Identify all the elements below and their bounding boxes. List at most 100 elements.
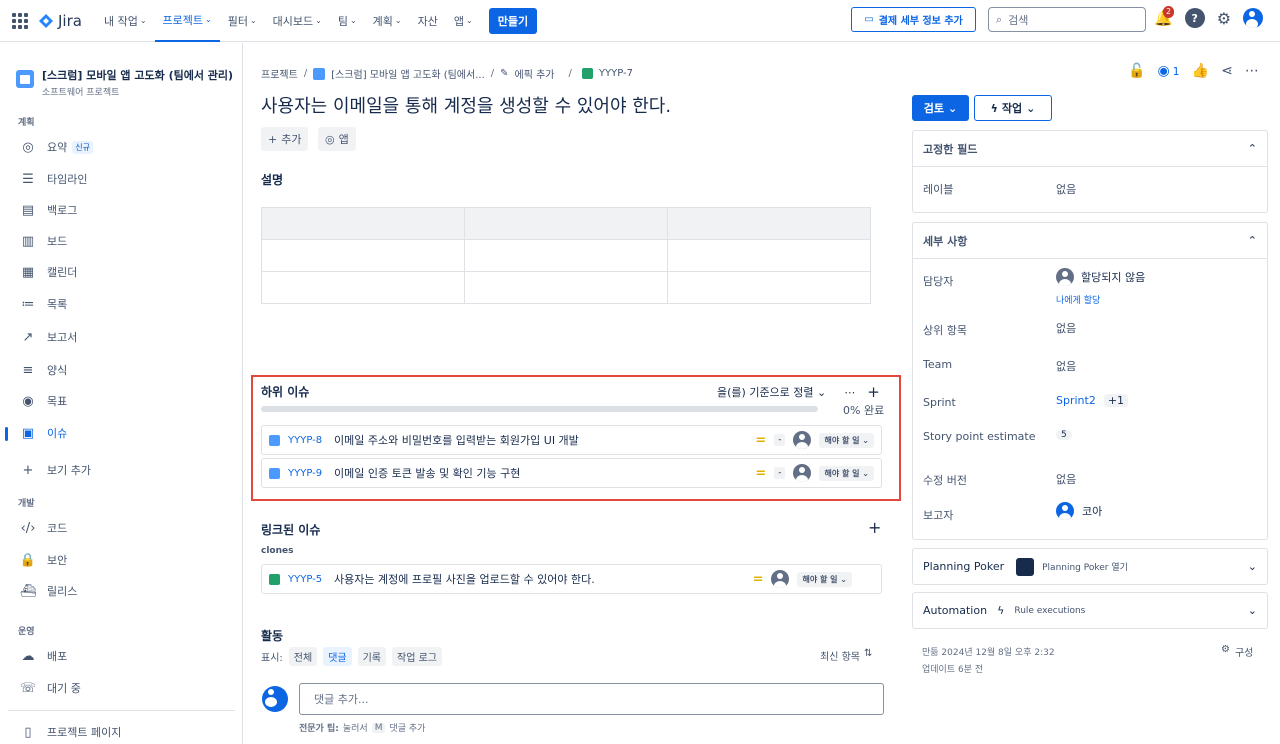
sidebar-item-backlog[interactable]: ▤ 백로그 xyxy=(20,202,78,218)
sidebar-item-forms[interactable]: ≡ 양식 xyxy=(20,362,68,378)
table-cell[interactable] xyxy=(261,207,465,240)
avatar[interactable] xyxy=(771,570,790,588)
share-icon[interactable]: ⋖ xyxy=(1221,63,1233,79)
nav-projects[interactable]: 프로젝트 ⌄ xyxy=(154,0,220,42)
table-cell[interactable] xyxy=(464,207,668,240)
parent-value[interactable]: 없음 xyxy=(1056,320,1076,336)
sprint-more[interactable]: +1 xyxy=(1103,394,1129,407)
description-table[interactable] xyxy=(261,207,871,304)
table-cell[interactable] xyxy=(667,207,871,240)
poker-open-link[interactable]: Planning Poker 열기 xyxy=(1042,560,1128,573)
sidebar-item-board[interactable]: ▥ 보드 xyxy=(20,233,67,249)
planning-poker-card[interactable]: Planning Poker Planning Poker 열기 ⌄ xyxy=(912,548,1268,585)
status-dropdown[interactable]: 해야 할 일 ⌄ xyxy=(819,465,874,481)
sprint-value[interactable]: Sprint2 +1 xyxy=(1056,394,1129,407)
action-button[interactable]: ϟ 작업 ⌄ xyxy=(974,95,1052,121)
thumbs-up-icon[interactable]: 👍 xyxy=(1192,63,1209,79)
table-cell[interactable] xyxy=(464,271,668,304)
avatar[interactable] xyxy=(793,464,812,482)
nav-filters[interactable]: 필터 ⌄ xyxy=(220,0,265,42)
status-button[interactable]: 검토 ⌄ xyxy=(912,95,969,121)
sidebar-item-deployments[interactable]: ☁ 배포 xyxy=(20,648,68,664)
sidebar-item-reports[interactable]: ↗ 보고서 xyxy=(20,329,78,345)
child-issue-row[interactable]: YYYP-9 이메일 인증 토큰 발송 및 확인 기능 구현 = - 해야 할 … xyxy=(261,458,882,488)
labels-value[interactable]: 없음 xyxy=(1056,181,1076,197)
child-issue-row[interactable]: YYYP-8 이메일 주소와 비밀번호를 입력받는 회원가입 UI 개발 = -… xyxy=(261,425,882,455)
fix-version-value[interactable]: 없음 xyxy=(1056,471,1076,487)
issue-summary[interactable]: 이메일 주소와 비밀번호를 입력받는 회원가입 UI 개발 xyxy=(334,432,747,448)
issue-key[interactable]: YYYP-9 xyxy=(288,468,326,479)
nav-plans[interactable]: 계획 ⌄ xyxy=(365,0,410,42)
table-cell[interactable] xyxy=(261,271,465,304)
jira-logo[interactable]: Jira xyxy=(38,12,82,30)
breadcrumb-projects[interactable]: 프로젝트 xyxy=(261,66,298,81)
configure-button[interactable]: ⚙ 구성 xyxy=(1221,644,1253,659)
nav-assets[interactable]: 자산 xyxy=(410,0,446,42)
apps-button[interactable]: ◎ 앱 xyxy=(318,127,356,151)
issue-key[interactable]: YYYP-5 xyxy=(288,574,326,585)
notification-icon[interactable]: 🔔 2 xyxy=(1154,6,1175,27)
tab-history[interactable]: 기록 xyxy=(357,647,386,666)
add-button[interactable]: + 추가 xyxy=(261,127,309,151)
sidebar-item-goals[interactable]: ◉ 목표 xyxy=(20,393,67,409)
pinned-fields-header[interactable]: 고정한 필드 ⌃ xyxy=(913,131,1267,167)
rule-executions-link[interactable]: Rule executions xyxy=(1014,606,1085,616)
sidebar-item-add-view[interactable]: + 보기 추가 xyxy=(20,462,91,478)
linked-issue-row[interactable]: YYYP-5 사용자는 계정에 프로필 사진을 업로드할 수 있어야 한다. =… xyxy=(261,564,882,594)
add-billing-button[interactable]: ▭ 결제 세부 정보 추가 xyxy=(851,7,976,32)
sidebar-item-timeline[interactable]: ☰ 타임라인 xyxy=(20,171,87,187)
sidebar-item-calendar[interactable]: ▦ 캘린더 xyxy=(20,264,78,280)
assign-to-me-link[interactable]: 나에게 할당 xyxy=(1056,293,1100,306)
comment-input[interactable]: 댓글 추가... xyxy=(299,683,884,715)
issue-summary[interactable]: 이메일 인증 토큰 발송 및 확인 기능 구현 xyxy=(334,465,747,481)
table-cell[interactable] xyxy=(667,239,871,272)
app-switcher-icon[interactable] xyxy=(12,12,28,29)
nav-dashboards[interactable]: 대시보드 ⌄ xyxy=(265,0,330,42)
breadcrumb-add-epic[interactable]: 에픽 추가 xyxy=(515,66,555,81)
assignee-value[interactable]: 할당되지 않음 xyxy=(1056,268,1145,286)
help-icon[interactable]: ? xyxy=(1184,8,1205,28)
watch-button[interactable]: ◉ 1 xyxy=(1157,63,1179,79)
create-button[interactable]: 만들기 xyxy=(488,7,538,34)
settings-icon[interactable]: ⚙ xyxy=(1217,9,1231,28)
details-header[interactable]: 세부 사항 ⌃ xyxy=(913,223,1267,259)
nav-teams[interactable]: 팀 ⌄ xyxy=(330,0,365,42)
add-link-icon[interactable]: + xyxy=(868,518,881,537)
sidebar-item-code[interactable]: ‹/› 코드 xyxy=(20,520,68,536)
sidebar-item-list[interactable]: ≔ 목록 xyxy=(20,296,68,312)
more-icon[interactable]: ⋯ xyxy=(1245,63,1259,79)
reporter-value[interactable]: 코아 xyxy=(1056,502,1102,520)
project-header[interactable]: [스크럼] 모바일 앱 고도화 (팀에서 관리) 소프트웨어 프로젝트 xyxy=(16,67,233,98)
table-cell[interactable] xyxy=(261,239,465,272)
breadcrumb-project[interactable]: [스크럼] 모바일 앱 고도화 (팀에서... xyxy=(331,66,485,81)
issue-title[interactable]: 사용자는 이메일을 통해 계정을 생성할 수 있어야 한다. xyxy=(261,92,671,118)
search-input[interactable]: ⌕ 검색 xyxy=(988,7,1146,32)
team-value[interactable]: 없음 xyxy=(1056,358,1076,374)
status-dropdown[interactable]: 해야 할 일 ⌄ xyxy=(819,432,874,448)
sidebar-item-releases[interactable]: ⛴ 릴리스 xyxy=(20,583,78,599)
breadcrumb-issue-key[interactable]: YYYP-7 xyxy=(599,68,633,79)
table-cell[interactable] xyxy=(464,239,668,272)
tab-comments[interactable]: 댓글 xyxy=(323,647,352,666)
story-points-value[interactable]: 5 xyxy=(1056,430,1072,440)
sprint-link[interactable]: Sprint2 xyxy=(1056,394,1096,407)
avatar[interactable] xyxy=(793,431,812,449)
nav-apps[interactable]: 앱 ⌄ xyxy=(446,0,481,42)
sort-dropdown[interactable]: 을(를) 기준으로 정렬 ⌄ xyxy=(717,384,826,400)
automation-card[interactable]: Automation ϟ Rule executions ⌄ xyxy=(912,592,1268,629)
tab-all[interactable]: 전체 xyxy=(288,647,318,666)
lock-icon[interactable]: 🔓 xyxy=(1128,63,1145,79)
tab-worklog[interactable]: 작업 로그 xyxy=(392,647,442,666)
sidebar-item-security[interactable]: 🔒 보안 xyxy=(20,552,67,568)
nav-my-work[interactable]: 내 작업 ⌄ xyxy=(96,0,155,42)
add-child-icon[interactable]: + xyxy=(867,383,880,401)
profile-icon[interactable] xyxy=(1243,8,1264,28)
sidebar-item-summary[interactable]: ◎ 요약 신규 xyxy=(20,139,93,155)
status-dropdown[interactable]: 해야 할 일 ⌄ xyxy=(797,571,852,587)
issue-key[interactable]: YYYP-8 xyxy=(288,435,326,446)
sidebar-item-project-page[interactable]: ▯ 프로젝트 페이지 xyxy=(20,724,121,740)
issue-summary[interactable]: 사용자는 계정에 프로필 사진을 업로드할 수 있어야 한다. xyxy=(334,571,745,587)
sidebar-item-on-call[interactable]: ☏ 대기 중 xyxy=(20,680,81,696)
table-cell[interactable] xyxy=(667,271,871,304)
more-icon[interactable]: ⋯ xyxy=(844,386,855,399)
